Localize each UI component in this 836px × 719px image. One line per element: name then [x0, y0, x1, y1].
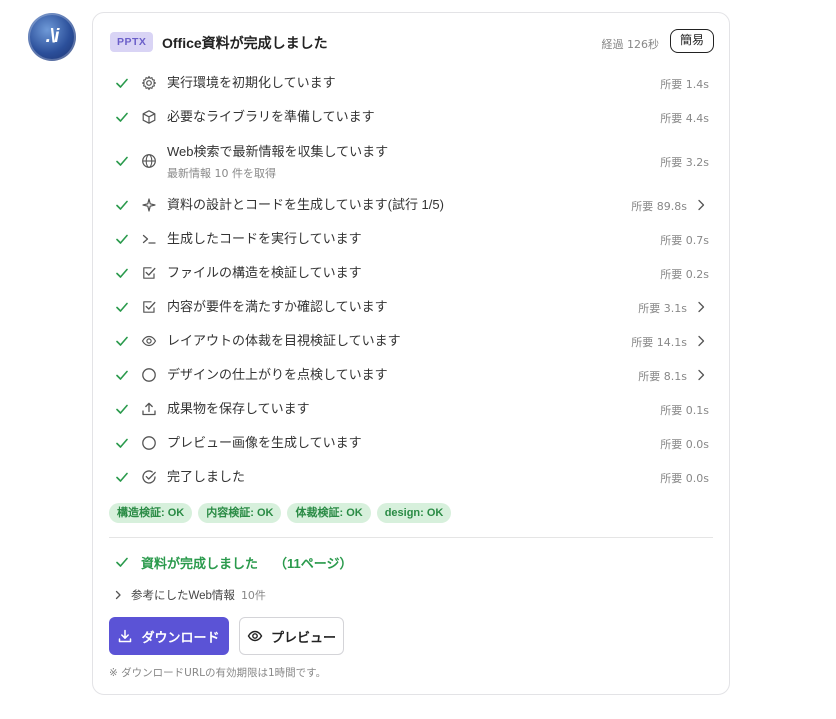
- check-icon: [116, 370, 128, 380]
- step-row: 完了しました 所要 0.0s: [93, 460, 729, 494]
- step-row: ファイルの構造を検証しています 所要 0.2s: [93, 256, 729, 290]
- chevron-right-icon[interactable]: [695, 301, 707, 313]
- step-label: 完了しました: [167, 469, 246, 484]
- download-button[interactable]: ダウンロード: [109, 617, 229, 655]
- upload-icon: [142, 402, 156, 416]
- chevron-right-icon[interactable]: [695, 369, 707, 381]
- download-icon: [119, 629, 132, 643]
- check-icon: [116, 557, 128, 567]
- step-label: 資料の設計とコードを生成しています(試行 1/5): [167, 197, 444, 212]
- step-label: 生成したコードを実行しています: [167, 231, 362, 246]
- step-list: 実行環境を初期化しています 所要 1.4s 必要なライブラリを準備しています 所要 4…: [93, 66, 729, 494]
- gear-icon: [141, 75, 157, 91]
- step-row: 必要なライブラリを準備しています 所要 4.4s: [93, 100, 729, 134]
- step-duration: 所要 14.1s: [631, 336, 687, 349]
- step-duration: 所要 4.4s: [660, 112, 709, 125]
- step-duration: 所要 0.1s: [660, 404, 709, 417]
- step-label: Web検索で最新情報を収集しています: [167, 144, 389, 159]
- eye-icon: [247, 630, 263, 642]
- chevron-right-icon[interactable]: [695, 335, 707, 347]
- divider: [109, 537, 713, 538]
- step-duration: 所要 0.2s: [660, 268, 709, 281]
- globe-icon: [142, 154, 156, 168]
- step-label: 内容が要件を満たすか確認しています: [167, 299, 388, 314]
- references-count: 10件: [240, 589, 266, 602]
- check-icon: [116, 156, 128, 166]
- step-label: 成果物を保存しています: [167, 401, 310, 416]
- step-row[interactable]: 内容が要件を満たすか確認しています 所要 3.1s: [93, 290, 729, 324]
- check-icon: [116, 268, 128, 278]
- step-row[interactable]: デザインの仕上がりを点検しています 所要 8.1s: [93, 358, 729, 392]
- view-mode-toggle[interactable]: 簡易: [670, 29, 714, 53]
- step-row: 生成したコードを実行しています 所要 0.7s: [93, 222, 729, 256]
- page-count: （11ページ）: [274, 555, 353, 571]
- step-row: 実行環境を初期化しています 所要 1.4s: [93, 66, 729, 100]
- step-sublabel: 最新情報 10 件を取得: [167, 167, 276, 180]
- step-row: Web検索で最新情報を収集しています 最新情報 10 件を取得 所要 3.2s: [93, 134, 729, 188]
- step-label: レイアウトの体裁を目視検証しています: [167, 333, 401, 348]
- terminal-icon: [142, 234, 156, 244]
- step-label: プレビュー画像を生成しています: [167, 435, 362, 450]
- completion-status: 資料が完成しました （11ページ）: [115, 553, 353, 571]
- validation-tag: design: OK: [376, 503, 452, 523]
- preview-button[interactable]: プレビュー: [239, 617, 344, 655]
- step-row: プレビュー画像を生成しています 所要 0.0s: [93, 426, 729, 460]
- validation-tag: 内容検証: OK: [198, 503, 282, 523]
- file-type-badge: PPTX: [110, 32, 154, 52]
- step-duration: 所要 0.7s: [660, 234, 709, 247]
- validation-tag: 体裁検証: OK: [287, 503, 371, 523]
- step-row[interactable]: レイアウトの体裁を目視検証しています 所要 14.1s: [93, 324, 729, 358]
- avatar-logo-text: .\i: [45, 26, 60, 47]
- step-row[interactable]: 資料の設計とコードを生成しています(試行 1/5) 所要 89.8s: [93, 188, 729, 222]
- step-label: デザインの仕上がりを点検しています: [167, 367, 388, 382]
- step-label: 実行環境を初期化しています: [167, 75, 336, 90]
- references-toggle[interactable]: 参考にしたWeb情報 10件: [113, 587, 266, 603]
- checkbox-icon: [143, 267, 156, 279]
- download-label: ダウンロード: [141, 629, 220, 645]
- check-icon: [116, 336, 128, 346]
- completion-title: 資料が完成しました: [141, 555, 259, 571]
- check-icon: [116, 472, 128, 482]
- circle-icon: [142, 368, 156, 382]
- validation-tag: 構造検証: OK: [109, 503, 193, 523]
- elapsed-time: 経過 126秒: [601, 38, 660, 51]
- check-icon: [116, 234, 128, 244]
- references-label: 参考にしたWeb情報: [131, 590, 235, 602]
- check-icon: [116, 438, 128, 448]
- step-duration: 所要 0.0s: [660, 438, 709, 451]
- check-circle-icon: [142, 470, 156, 484]
- check-icon: [116, 302, 128, 312]
- eye-icon: [141, 335, 157, 347]
- check-icon: [116, 78, 128, 88]
- step-duration: 所要 89.8s: [631, 200, 687, 213]
- step-label: ファイルの構造を検証しています: [167, 265, 362, 280]
- check-icon: [116, 200, 128, 210]
- sparkle-icon: [142, 198, 156, 212]
- check-icon: [116, 112, 128, 122]
- preview-label: プレビュー: [270, 629, 336, 645]
- validation-tags: 構造検証: OK 内容検証: OK 体裁検証: OK design: OK: [109, 503, 452, 523]
- step-row: 成果物を保存しています 所要 0.1s: [93, 392, 729, 426]
- step-duration: 所要 1.4s: [660, 78, 709, 91]
- checkbox-icon: [143, 301, 156, 313]
- result-card: PPTX Office資料が完成しました 経過 126秒 簡易 実行環境を初期化…: [92, 12, 730, 695]
- step-duration: 所要 8.1s: [638, 370, 687, 383]
- circle-icon: [142, 436, 156, 450]
- app-avatar: .\i: [28, 13, 76, 61]
- chevron-right-icon: [115, 590, 121, 600]
- step-duration: 所要 0.0s: [660, 472, 709, 485]
- chevron-right-icon[interactable]: [695, 199, 707, 211]
- card-title: Office資料が完成しました: [162, 35, 328, 51]
- check-icon: [116, 404, 128, 414]
- expiry-note: ※ ダウンロードURLの有効期限は1時間です。: [109, 667, 327, 679]
- package-icon: [142, 110, 156, 124]
- step-duration: 所要 3.2s: [660, 156, 709, 169]
- step-label: 必要なライブラリを準備しています: [167, 109, 375, 124]
- step-duration: 所要 3.1s: [638, 302, 687, 315]
